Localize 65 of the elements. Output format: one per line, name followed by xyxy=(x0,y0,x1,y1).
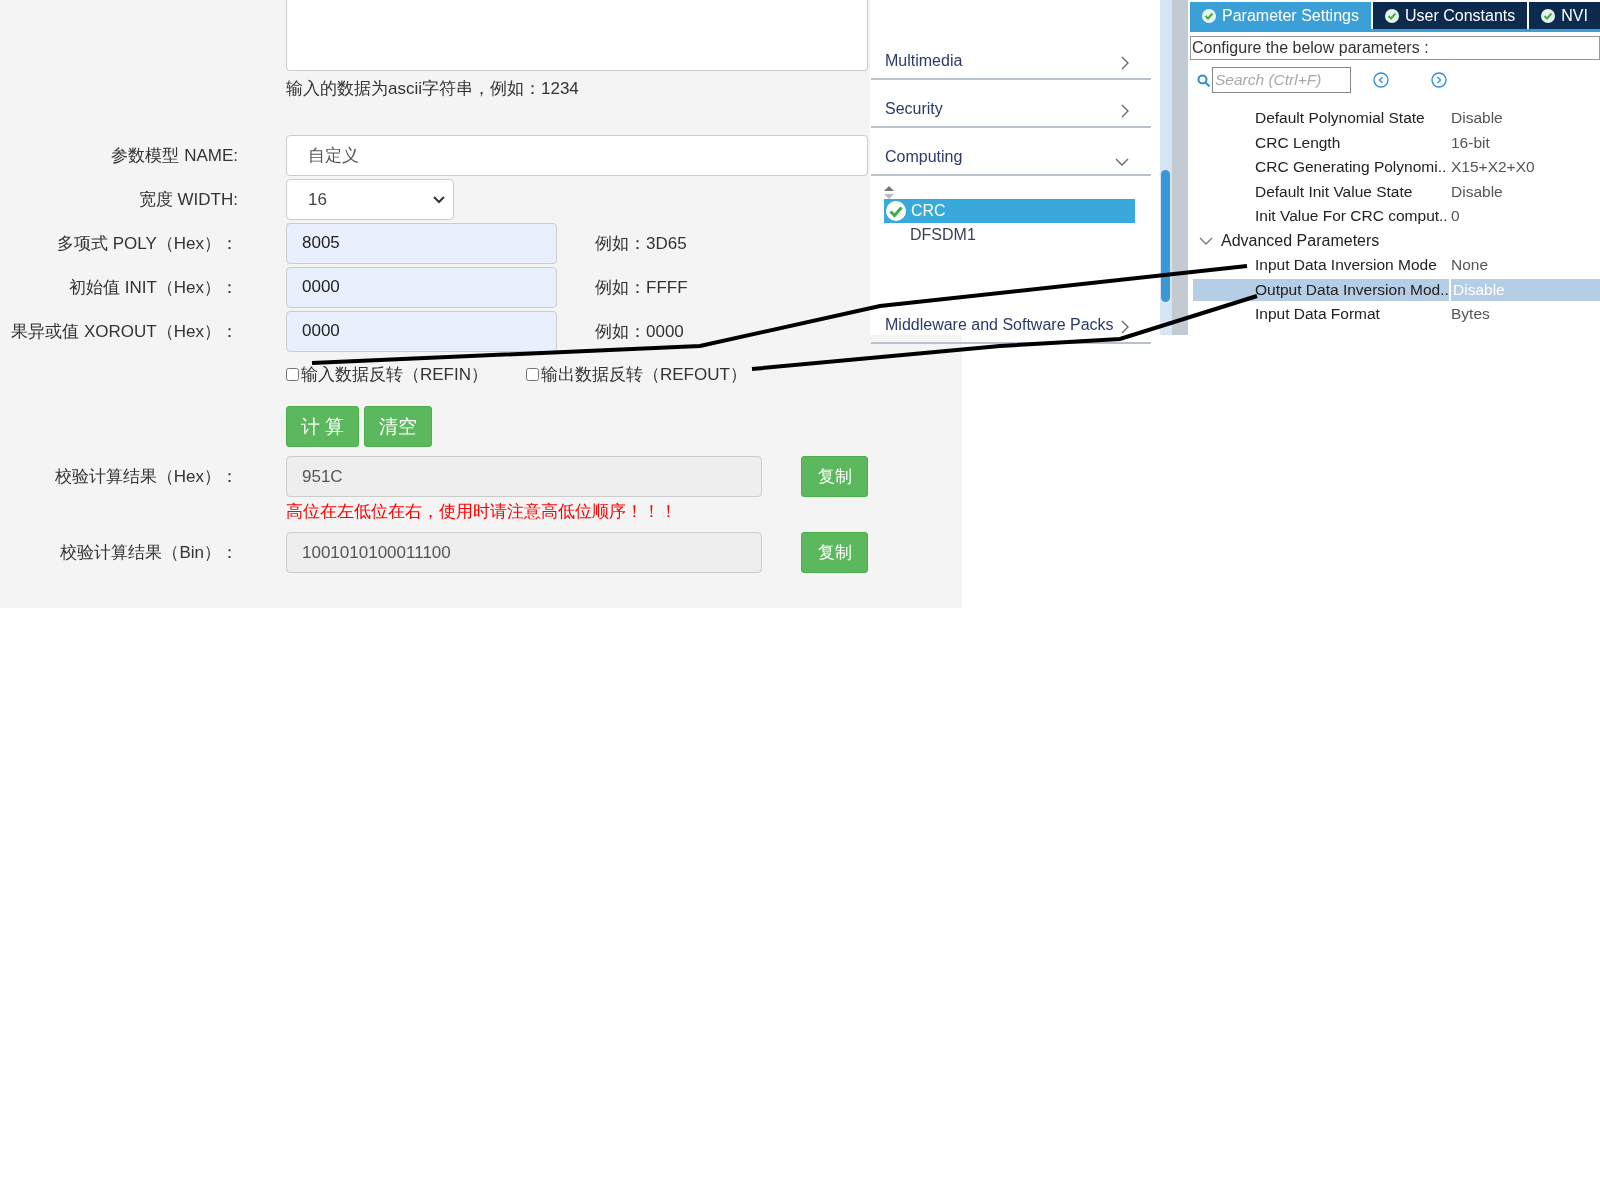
parameter-value[interactable]: X15+X2+X0 xyxy=(1449,156,1600,179)
search-field[interactable]: Search (Ctrl+F) xyxy=(1212,67,1351,93)
hint-text: 输入的数据为ascii字符串，例如：1234 xyxy=(286,78,580,100)
description-text: Configure the below parameters : xyxy=(1190,36,1600,60)
parameter-name[interactable]: Input Data Format xyxy=(1193,303,1449,326)
input-field[interactable]: 0000 xyxy=(286,266,557,308)
parameter-value[interactable]: Disable xyxy=(1449,107,1600,130)
splitter[interactable] xyxy=(1172,0,1188,335)
parameter-name[interactable]: Default Init Value State xyxy=(1193,180,1449,203)
chevron-right-icon xyxy=(1121,56,1129,70)
chevron-down-icon[interactable] xyxy=(1199,236,1213,245)
warning-text: 高位在左低位在右，使用时请注意高低位顺序！！！ xyxy=(286,501,678,523)
component-item[interactable]: DFSDM1 xyxy=(884,223,1135,247)
category-item[interactable]: Middleware and Software Packs xyxy=(871,296,1151,344)
scrollbar[interactable] xyxy=(1160,0,1172,335)
scrollbar-thumb[interactable] xyxy=(1161,170,1170,302)
check-icon xyxy=(886,201,906,221)
tab[interactable]: User Constants xyxy=(1372,2,1528,29)
parameter-name[interactable]: Init Value For CRC comput.. xyxy=(1193,205,1449,228)
parameter-value[interactable]: Bytes xyxy=(1449,303,1600,326)
chevron-down-icon xyxy=(1115,158,1129,166)
category-item[interactable]: Computing xyxy=(871,128,1151,176)
check-icon xyxy=(1384,8,1399,23)
parameter-name[interactable]: Input Data Inversion Mode xyxy=(1193,254,1449,277)
checkbox[interactable] xyxy=(286,367,299,381)
parameter-value[interactable]: 0 xyxy=(1449,205,1600,228)
checkbox[interactable] xyxy=(526,367,539,381)
field-label: 宽度 WIDTH: xyxy=(138,189,238,211)
search-icon xyxy=(1197,73,1210,87)
example-text: 例如：0000 xyxy=(595,320,684,343)
category-item[interactable]: Security xyxy=(871,80,1151,128)
chevron-right-icon xyxy=(1121,320,1129,334)
parameter-name[interactable]: CRC Length xyxy=(1193,131,1449,154)
parameter-name[interactable]: Output Data Inversion Mod.. xyxy=(1193,278,1449,301)
parameter-value[interactable]: 16-bit xyxy=(1449,131,1600,154)
field-label: 果异或值 XOROUT（Hex）： xyxy=(11,320,238,343)
result-label: 校验计算结果（Hex）： xyxy=(54,466,238,488)
caret-icon xyxy=(433,195,445,204)
parameter-value[interactable]: None xyxy=(1449,254,1600,277)
sort-icon xyxy=(884,186,894,199)
example-text: 例如：FFFF xyxy=(595,276,688,299)
parameter-name[interactable]: Default Polynomial State xyxy=(1193,107,1449,130)
chevron-right-icon xyxy=(1121,104,1129,118)
input-field[interactable]: 8005 xyxy=(286,222,557,264)
check-icon xyxy=(1541,8,1556,23)
check-icon xyxy=(1202,8,1216,23)
field-label: 参数模型 NAME: xyxy=(111,145,238,167)
field-label: 多项式 POLY（Hex）： xyxy=(56,232,238,255)
parameter-name[interactable]: CRC Generating Polynomi.. xyxy=(1193,156,1449,179)
previous-icon[interactable] xyxy=(1373,72,1389,88)
checkbox-label: 输出数据反转（REFOUT） xyxy=(541,363,747,386)
tab[interactable]: NVI xyxy=(1529,2,1600,29)
input-field[interactable]: 自定义 xyxy=(286,135,868,176)
field-label: 初始值 INIT（Hex）： xyxy=(68,276,238,299)
category-item[interactable]: Multimedia xyxy=(871,32,1151,80)
result-field[interactable]: 951C xyxy=(286,456,762,497)
select-field[interactable]: 16 xyxy=(286,179,454,220)
checkbox-label: 输入数据反转（REFIN） xyxy=(301,363,488,386)
result-label: 校验计算结果（Bin）： xyxy=(60,542,238,564)
result-field[interactable]: 1001010100011100 xyxy=(286,532,762,573)
parameter-value[interactable]: Disable xyxy=(1449,180,1600,203)
example-text: 例如：3D65 xyxy=(595,232,687,255)
input-field[interactable]: 0000 xyxy=(286,310,557,352)
next-icon[interactable] xyxy=(1431,72,1447,88)
group-label[interactable]: Advanced Parameters xyxy=(1221,231,1380,250)
